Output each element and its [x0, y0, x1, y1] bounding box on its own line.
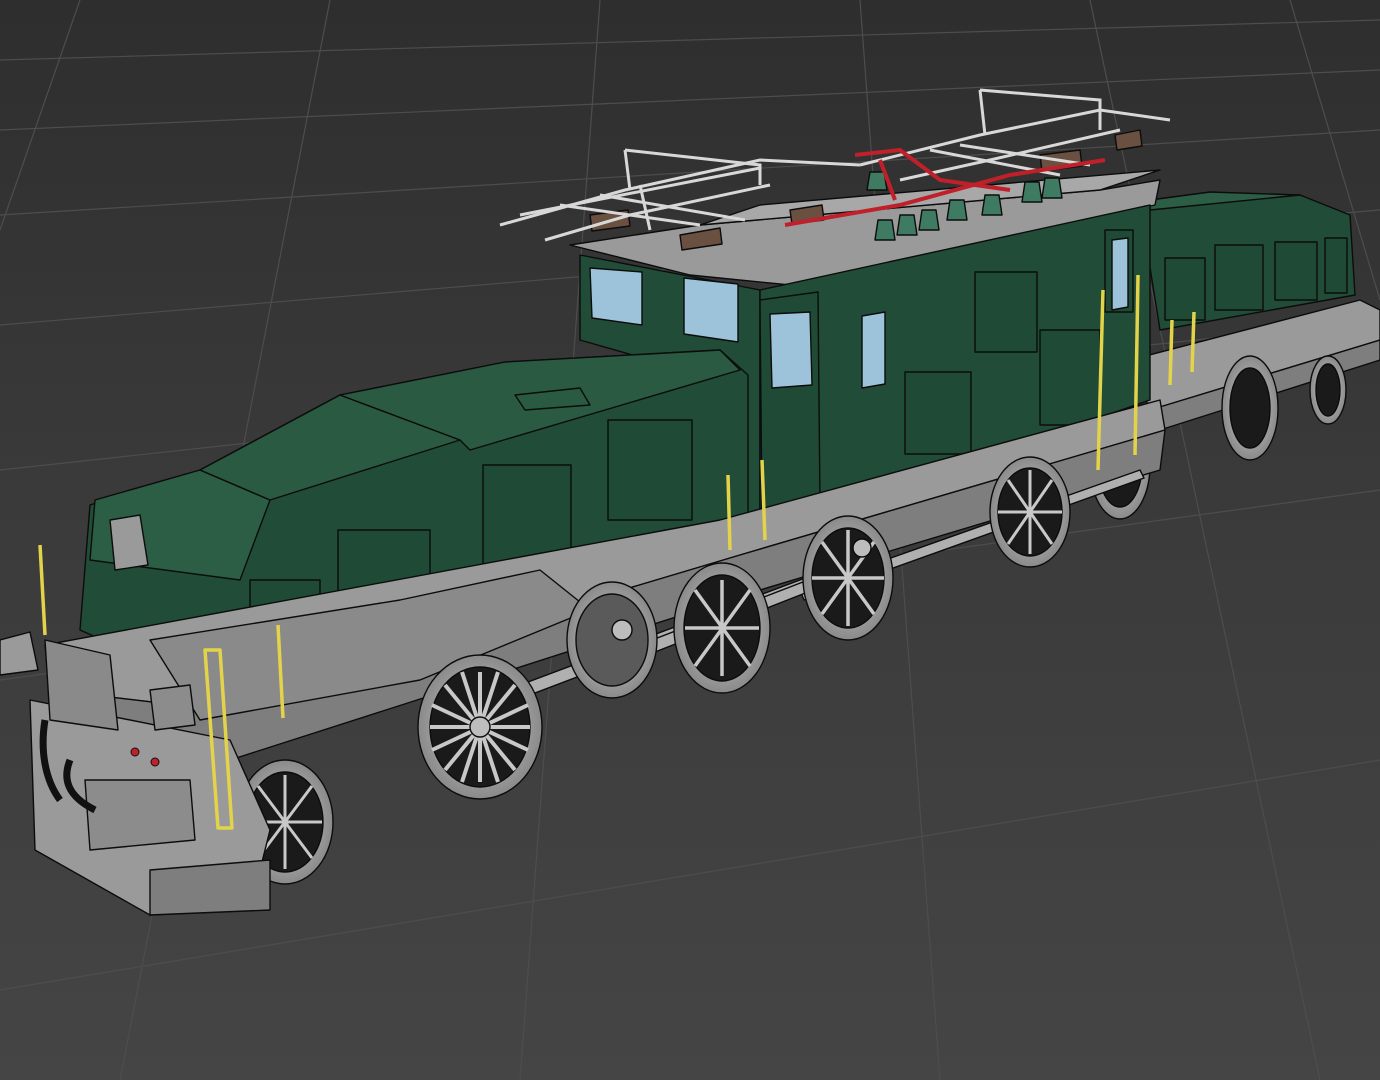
cab-rear-window	[1111, 237, 1129, 311]
wheel-5	[989, 456, 1071, 568]
cab-window-2	[683, 277, 739, 343]
wheel-4	[802, 515, 894, 641]
cab-side-window	[861, 311, 886, 389]
wheel-3	[673, 562, 771, 694]
cab-door-window	[769, 311, 813, 389]
locomotive-model[interactable]	[0, 129, 1380, 916]
cab-window-1	[589, 267, 643, 326]
wheel-1	[417, 654, 543, 800]
3d-viewport[interactable]	[0, 0, 1380, 1080]
wheel-2	[566, 581, 658, 699]
viewport-canvas[interactable]	[0, 0, 1380, 1080]
